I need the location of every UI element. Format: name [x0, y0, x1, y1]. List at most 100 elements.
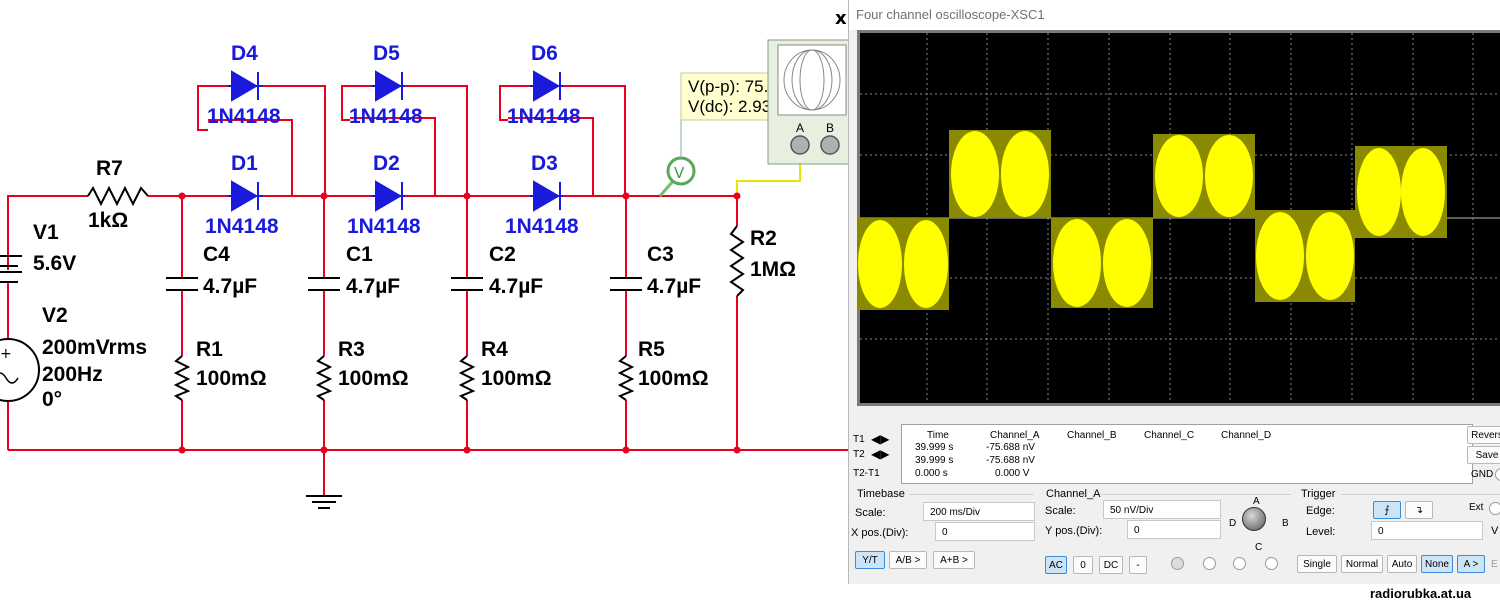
v2-frequency: 200Hz	[42, 363, 103, 386]
channel-scale-label: Scale:	[1045, 505, 1076, 517]
d5-diode-symbol[interactable]	[372, 70, 405, 102]
cursor-readout-table: Time Channel_A Channel_B Channel_C Chann…	[901, 424, 1473, 484]
t1-arrows-icon[interactable]: ◀▶	[871, 432, 889, 446]
timebase-scale-field[interactable]: 200 ms/Div	[923, 502, 1035, 521]
d1-diode-symbol[interactable]	[228, 180, 263, 212]
trigger-none-button[interactable]: None	[1421, 555, 1453, 573]
c2-capacitor-symbol[interactable]	[451, 277, 483, 291]
readout-delta-time: 0.000 s	[915, 468, 948, 479]
readout-header-channel-c: Channel_C	[1144, 430, 1195, 441]
v1-battery-symbol[interactable]	[0, 255, 22, 283]
c4-capacitor-symbol[interactable]	[166, 277, 198, 291]
v1-label: V1	[33, 221, 59, 244]
trigger-level-unit: V	[1491, 525, 1499, 537]
trigger-single-button[interactable]: Single	[1297, 555, 1337, 573]
channel-a-title: Channel_A	[1046, 488, 1101, 500]
d3-diode-symbol[interactable]	[530, 180, 563, 212]
trigger-channel-button[interactable]: A >	[1457, 555, 1485, 573]
readout-t2-time: 39.999 s	[915, 455, 954, 466]
c3-value: 4.7µF	[647, 275, 701, 298]
invert-button[interactable]: -	[1129, 556, 1147, 574]
readout-header-channel-d: Channel_D	[1221, 430, 1272, 441]
d2-label: D2	[373, 152, 400, 175]
readout-t1-channel-a: -75.688 nV	[986, 442, 1035, 453]
c1-capacitor-symbol[interactable]	[308, 277, 340, 291]
trigger-auto-button[interactable]: Auto	[1387, 555, 1417, 573]
r1-resistor-symbol[interactable]	[173, 355, 191, 401]
knob-label-a: A	[1253, 496, 1260, 507]
t2-arrows-icon[interactable]: ◀▶	[871, 447, 889, 461]
watermark: radiorubka.at.ua	[1370, 586, 1472, 601]
d5-label: D5	[373, 42, 400, 65]
gnd-radio[interactable]	[1495, 468, 1500, 481]
voltage-probe-glyph: V	[674, 164, 685, 182]
channel-radio-3[interactable]	[1233, 557, 1246, 570]
d2-model: 1N4148	[347, 215, 421, 238]
channel-selector-knob[interactable]	[1242, 507, 1266, 531]
trigger-extra-label: E	[1491, 559, 1498, 570]
d4-diode-symbol[interactable]	[228, 70, 263, 102]
r5-value: 100mΩ	[638, 367, 709, 390]
dc-coupling-button[interactable]: DC	[1099, 556, 1123, 574]
cursor-t2-label: T2	[853, 449, 865, 460]
d1-model: 1N4148	[205, 215, 279, 238]
channel-scale-field[interactable]: 50 nV/Div	[1103, 500, 1221, 519]
zero-coupling-button[interactable]: 0	[1073, 556, 1093, 574]
d3-model: 1N4148	[505, 215, 579, 238]
r3-label: R3	[338, 338, 365, 361]
v2-value: 200mVrms	[42, 336, 147, 359]
yt-mode-button[interactable]: Y/T	[855, 551, 885, 569]
ground-icon	[306, 495, 342, 509]
d6-label: D6	[531, 42, 558, 65]
oscilloscope-title: Four channel oscilloscope-XSC1	[856, 7, 1045, 22]
probe-tip	[658, 179, 676, 197]
trigger-ext-radio[interactable]	[1489, 502, 1500, 515]
trigger-normal-button[interactable]: Normal	[1341, 555, 1383, 573]
r3-value: 100mΩ	[338, 367, 409, 390]
channel-ypos-field[interactable]: 0	[1127, 520, 1221, 539]
oscilloscope-screen[interactable]	[857, 30, 1500, 406]
r5-resistor-symbol[interactable]	[617, 355, 635, 401]
channel-radio-2[interactable]	[1203, 557, 1216, 570]
timebase-title: Timebase	[857, 488, 905, 500]
trigger-edge-label: Edge:	[1306, 505, 1335, 517]
r3-resistor-symbol[interactable]	[315, 355, 333, 401]
trigger-level-field[interactable]: 0	[1371, 521, 1483, 540]
close-icon[interactable]: x	[835, 8, 847, 29]
scope-input-b-label: B	[826, 121, 834, 135]
ac-coupling-button[interactable]: AC	[1045, 556, 1067, 574]
timebase-xpos-field[interactable]: 0	[935, 522, 1035, 541]
d6-diode-symbol[interactable]	[530, 70, 563, 102]
knob-label-d: D	[1229, 518, 1237, 529]
channel-a-divider	[1101, 494, 1291, 495]
timebase-divider	[909, 494, 1034, 495]
d2-diode-symbol[interactable]	[372, 180, 405, 212]
r2-value: 1MΩ	[750, 258, 796, 281]
save-button[interactable]: Save	[1467, 446, 1500, 464]
channel-radio-4[interactable]	[1265, 557, 1278, 570]
timebase-xpos-label: X pos.(Div):	[851, 527, 909, 539]
timebase-scale-label: Scale:	[855, 507, 886, 519]
d3-label: D3	[531, 152, 558, 175]
r2-resistor-symbol[interactable]	[729, 225, 745, 297]
r7-resistor-symbol[interactable]	[87, 185, 149, 207]
rising-edge-icon[interactable]: ⨍	[1373, 501, 1401, 519]
r2-label: R2	[750, 227, 777, 250]
wires	[7, 85, 850, 496]
scope-instrument-icon[interactable]	[767, 39, 851, 165]
reverse-button[interactable]: Revers	[1467, 426, 1500, 444]
ab-mode-button[interactable]: A/B >	[889, 551, 927, 569]
r4-resistor-symbol[interactable]	[458, 355, 476, 401]
r1-label: R1	[196, 338, 223, 361]
c3-capacitor-symbol[interactable]	[610, 277, 642, 291]
a-plus-b-mode-button[interactable]: A+B >	[933, 551, 975, 569]
channel-radio-1[interactable]	[1171, 557, 1184, 570]
knob-label-b: B	[1282, 518, 1289, 529]
oscilloscope-titlebar[interactable]: Four channel oscilloscope-XSC1	[849, 0, 1500, 30]
cursor-delta-label: T2-T1	[853, 468, 880, 479]
c4-label: C4	[203, 243, 230, 266]
v2-plus-glyph: +	[0, 346, 12, 362]
falling-edge-icon[interactable]: ↴	[1405, 501, 1433, 519]
c1-label: C1	[346, 243, 373, 266]
r7-label: R7	[96, 157, 123, 180]
